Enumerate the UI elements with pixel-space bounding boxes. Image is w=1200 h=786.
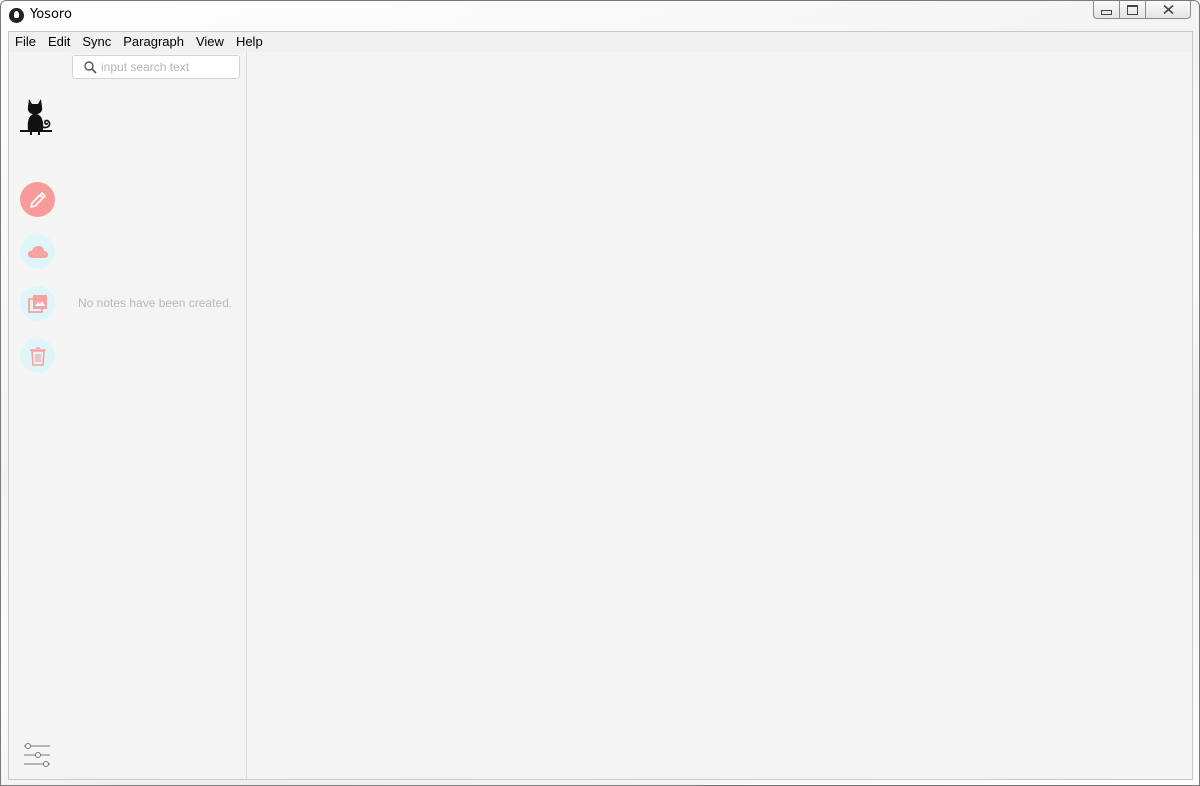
- menu-view[interactable]: View: [190, 32, 230, 52]
- notes-list-panel: No notes have been created.: [66, 52, 247, 779]
- trash-button[interactable]: [20, 338, 55, 373]
- cloud-icon: [27, 245, 48, 258]
- left-rail: [9, 52, 66, 779]
- menu-sync[interactable]: Sync: [76, 32, 117, 52]
- menu-bar: File Edit Sync Paragraph View Help: [9, 32, 1192, 52]
- menu-edit[interactable]: Edit: [42, 32, 76, 52]
- close-button[interactable]: [1146, 1, 1191, 19]
- window-title: Yosoro: [30, 7, 72, 22]
- settings-sliders-icon[interactable]: [23, 742, 51, 770]
- images-button[interactable]: [20, 286, 55, 321]
- app-icon: [9, 8, 24, 23]
- app-client: File Edit Sync Paragraph View Help input…: [8, 31, 1193, 780]
- search-box: [72, 55, 240, 79]
- maximize-icon: [1127, 4, 1138, 15]
- app-window: Yosoro File Edit Sync Paragraph View Hel…: [0, 0, 1200, 786]
- new-note-button[interactable]: [20, 182, 55, 217]
- empty-notes-message: No notes have been created.: [78, 296, 233, 310]
- menu-paragraph[interactable]: Paragraph: [117, 32, 190, 52]
- search-icon: [84, 61, 97, 74]
- search-input[interactable]: [101, 57, 235, 77]
- cloud-sync-button[interactable]: [20, 234, 55, 269]
- title-bar[interactable]: Yosoro: [1, 1, 1199, 31]
- window-controls: [1093, 1, 1191, 21]
- menu-file[interactable]: File: [9, 32, 42, 52]
- minimize-button[interactable]: [1093, 1, 1120, 19]
- editor-area: [247, 52, 1192, 779]
- pencil-icon: [29, 191, 46, 208]
- close-icon: [1162, 5, 1174, 14]
- maximize-button[interactable]: [1120, 1, 1146, 19]
- minimize-icon: [1101, 9, 1112, 15]
- cat-logo-icon: [20, 99, 52, 135]
- trash-icon: [29, 346, 46, 366]
- image-icon: [27, 294, 47, 313]
- menu-help[interactable]: Help: [230, 32, 269, 52]
